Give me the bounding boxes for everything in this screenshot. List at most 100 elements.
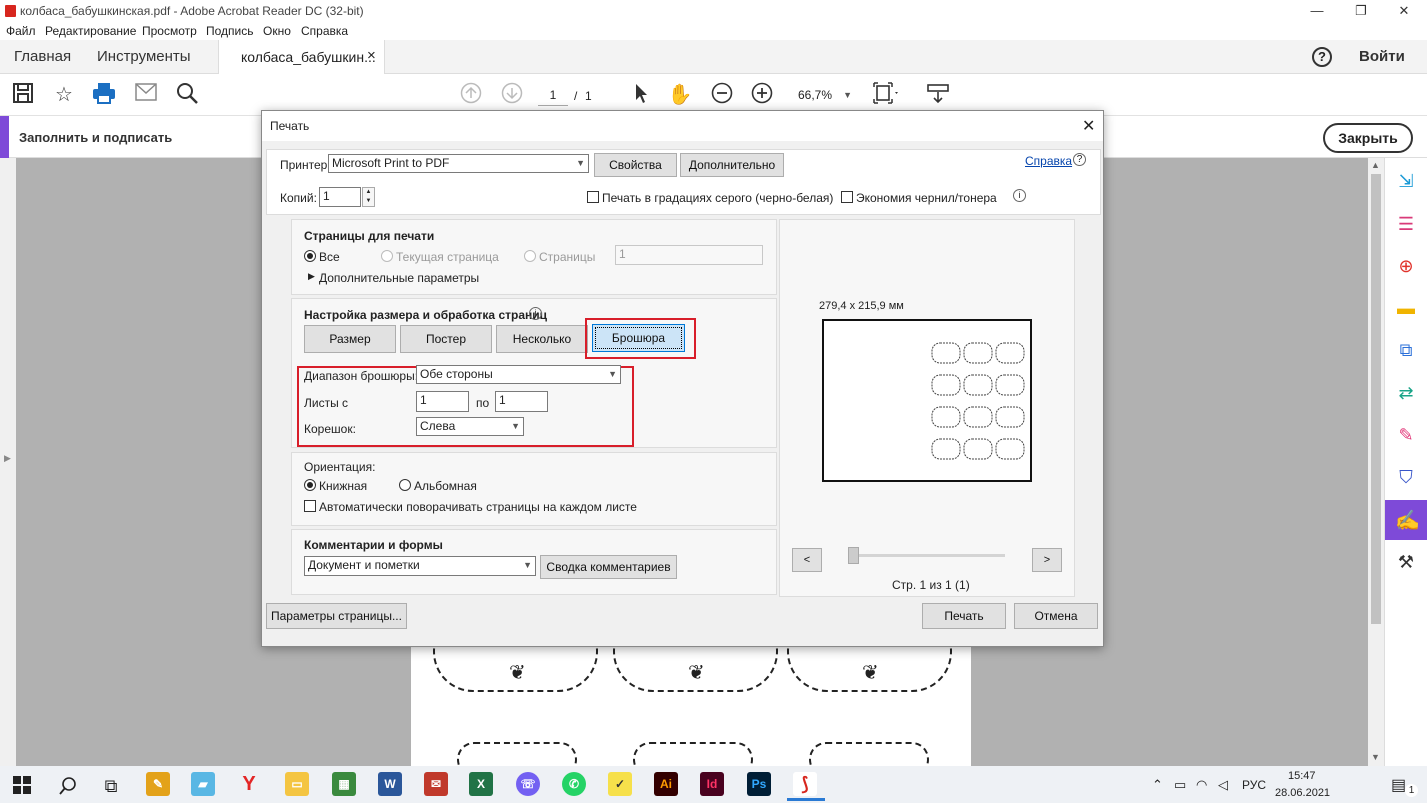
protect-shield-icon[interactable]: ⛉	[1393, 464, 1419, 490]
viber-icon[interactable]: ☏	[516, 772, 540, 796]
login-button[interactable]: Войти	[1359, 40, 1405, 74]
page-setup-button[interactable]: Параметры страницы...	[266, 603, 407, 629]
pages-range-input[interactable]: 1	[615, 245, 763, 265]
preview-slider-track[interactable]	[852, 554, 1005, 557]
expand-left-pane-icon[interactable]: ▶	[4, 453, 11, 464]
multiple-button[interactable]: Несколько	[496, 325, 588, 353]
comment-icon[interactable]: ▬	[1393, 295, 1419, 321]
menu-help[interactable]: Справка	[301, 24, 348, 38]
illustrator-icon[interactable]: Ai	[654, 772, 678, 796]
excel-icon[interactable]: X	[469, 772, 493, 796]
more-options-label[interactable]: Дополнительные параметры	[319, 271, 479, 285]
chevron-up-icon[interactable]: ⌃	[1152, 777, 1163, 793]
menu-file[interactable]: Файл	[6, 24, 36, 38]
menu-view[interactable]: Просмотр	[142, 24, 197, 38]
copies-stepper[interactable]: ▲ ▼	[362, 187, 375, 207]
clock-date[interactable]: 28.06.2021	[1275, 787, 1330, 799]
comments-summary-button[interactable]: Сводка комментариев	[540, 555, 677, 579]
select-cursor-icon[interactable]	[628, 82, 654, 108]
binding-select[interactable]: Слева ▼	[416, 417, 524, 436]
portrait-radio[interactable]	[304, 479, 316, 491]
indesign-icon[interactable]: Id	[700, 772, 724, 796]
advanced-button[interactable]: Дополнительно	[680, 153, 784, 177]
next-page-icon[interactable]	[499, 82, 525, 108]
expand-triangle-icon[interactable]: ▶	[308, 271, 315, 282]
clock-time[interactable]: 15:47	[1288, 770, 1316, 782]
search-icon[interactable]	[58, 776, 78, 796]
sheets-from-input[interactable]: 1	[416, 391, 469, 412]
email-icon[interactable]	[133, 82, 159, 108]
calculator-icon[interactable]: ▦	[332, 772, 356, 796]
prev-page-icon[interactable]	[458, 82, 484, 108]
word-icon[interactable]: W	[378, 772, 402, 796]
cancel-button[interactable]: Отмена	[1014, 603, 1098, 629]
sheets-to-input[interactable]: 1	[495, 391, 548, 412]
scrollbar-thumb[interactable]	[1371, 174, 1381, 624]
booklet-range-select[interactable]: Обе стороны ▼	[416, 365, 621, 384]
acrobat-reader-icon[interactable]: ⟆	[793, 772, 817, 796]
menu-sign[interactable]: Подпись	[206, 24, 254, 38]
file-explorer-icon[interactable]: ▭	[285, 772, 309, 796]
print-button[interactable]: Печать	[922, 603, 1006, 629]
photoshop-icon[interactable]: Ps	[747, 772, 771, 796]
save-icon[interactable]	[10, 82, 36, 108]
bookmark-star-icon[interactable]: ☆	[51, 82, 77, 108]
info-icon[interactable]: i	[1013, 189, 1026, 202]
notes-app-icon[interactable]: ▰	[191, 772, 215, 796]
zoom-in-icon[interactable]	[749, 82, 775, 108]
tab-home[interactable]: Главная	[14, 40, 71, 74]
fill-sign-tool-active[interactable]: ✍	[1385, 500, 1427, 540]
pages-current-radio[interactable]	[381, 250, 393, 262]
pages-all-radio[interactable]	[304, 250, 316, 262]
search-icon[interactable]	[174, 82, 200, 108]
vertical-scrollbar[interactable]: ▲ ▼	[1368, 158, 1384, 766]
tab-tools[interactable]: Инструменты	[97, 40, 191, 74]
properties-button[interactable]: Свойства	[594, 153, 677, 177]
close-window-icon[interactable]: ✕	[1381, 0, 1427, 22]
battery-icon[interactable]: ▭	[1174, 777, 1186, 793]
auto-rotate-checkbox[interactable]	[304, 500, 316, 512]
windows-start-icon[interactable]	[13, 776, 31, 794]
menu-edit[interactable]: Редактирование	[45, 24, 136, 38]
save-ink-checkbox[interactable]	[841, 191, 853, 203]
whatsapp-icon[interactable]: ✆	[562, 772, 586, 796]
page-number-input[interactable]: 1	[538, 84, 568, 106]
maximize-icon[interactable]: ❐	[1338, 0, 1384, 22]
scroll-up-icon[interactable]: ▲	[1371, 160, 1380, 170]
info-icon[interactable]: i	[529, 307, 542, 320]
tab-close-icon[interactable]: ×	[367, 47, 376, 64]
task-view-icon[interactable]: ⧉	[101, 776, 121, 796]
zoom-select[interactable]: 66,7% ▼	[790, 84, 858, 106]
printer-select[interactable]: Microsoft Print to PDF ▼	[328, 154, 589, 173]
fit-page-icon[interactable]	[873, 82, 899, 108]
send-for-review-icon[interactable]: ⇄	[1393, 380, 1419, 406]
notifications-icon[interactable]: ▤	[1391, 775, 1406, 795]
preview-prev-button[interactable]: <	[792, 548, 822, 572]
tab-document[interactable]: колбаса_бабушкин... ×	[218, 40, 385, 74]
hand-tool-icon[interactable]: ✋	[667, 82, 693, 108]
create-pdf-icon[interactable]: ⊕	[1393, 253, 1419, 279]
menu-window[interactable]: Окно	[263, 24, 291, 38]
close-fill-sign-button[interactable]: Закрыть	[1323, 123, 1413, 153]
help-icon[interactable]: ?	[1073, 153, 1086, 166]
organize-pages-icon[interactable]: ☰	[1393, 211, 1419, 237]
paint-app-icon[interactable]: ✎	[146, 772, 170, 796]
mail-app-icon[interactable]: ✉	[424, 772, 448, 796]
dialog-close-icon[interactable]: ✕	[1082, 116, 1095, 136]
export-pdf-icon[interactable]: ⇲	[1393, 168, 1419, 194]
landscape-radio[interactable]	[399, 479, 411, 491]
edit-pdf-icon[interactable]: ✎	[1393, 422, 1419, 448]
language-indicator[interactable]: РУС	[1242, 778, 1266, 792]
scroll-mode-icon[interactable]	[925, 82, 951, 108]
help-link[interactable]: Справка	[1025, 154, 1072, 168]
sticky-notes-icon[interactable]: ✓	[608, 772, 632, 796]
help-icon[interactable]: ?	[1312, 47, 1332, 67]
booklet-button[interactable]: Брошюра	[592, 324, 685, 352]
preview-slider-thumb[interactable]	[848, 547, 859, 564]
pages-range-radio[interactable]	[524, 250, 536, 262]
copies-input[interactable]: 1	[319, 187, 361, 207]
size-button[interactable]: Размер	[304, 325, 396, 353]
print-icon[interactable]	[91, 82, 117, 108]
zoom-out-icon[interactable]	[709, 82, 735, 108]
poster-button[interactable]: Постер	[400, 325, 492, 353]
